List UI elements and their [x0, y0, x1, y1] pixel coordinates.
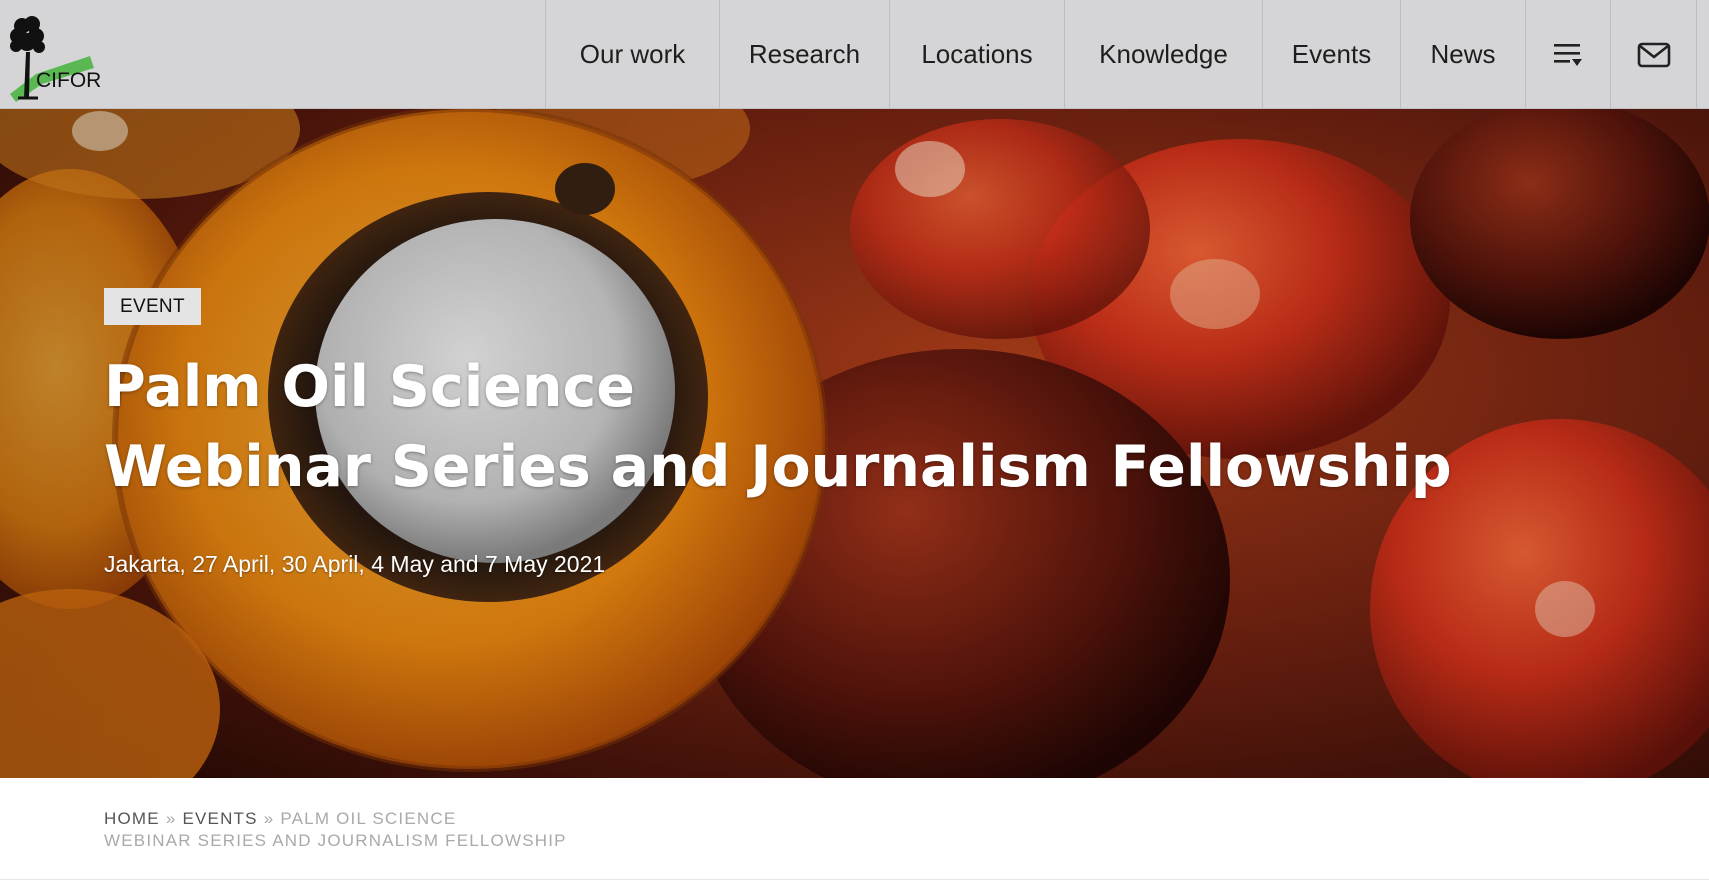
page-title-line-2: Webinar Series and Journalism Fellowship [104, 434, 1452, 500]
logo-text: CIFOR [36, 69, 102, 92]
menu-button[interactable] [1525, 0, 1610, 109]
cifor-logo[interactable]: CIFOR [6, 12, 101, 102]
envelope-icon [1637, 42, 1670, 67]
nav-item-research[interactable]: Research [719, 0, 889, 109]
breadcrumb-events[interactable]: EVENTS [182, 809, 257, 828]
main-nav: Our work Research Locations Knowledge Ev… [545, 0, 1697, 109]
menu-list-dropdown-icon [1554, 43, 1582, 66]
nav-item-news[interactable]: News [1400, 0, 1525, 109]
event-badge: EVENT [104, 288, 201, 325]
nav-item-knowledge[interactable]: Knowledge [1064, 0, 1262, 109]
breadcrumb-line-1: HOME » EVENTS » PALM OIL SCIENCE [104, 808, 1504, 830]
nav-item-locations[interactable]: Locations [889, 0, 1064, 109]
page-title: Palm Oil Science Webinar Series and Jour… [104, 347, 1554, 507]
breadcrumb-home[interactable]: HOME [104, 809, 160, 828]
breadcrumb-separator: » [263, 809, 275, 828]
breadcrumb-current: PALM OIL SCIENCE [280, 809, 457, 828]
breadcrumb: HOME » EVENTS » PALM OIL SCIENCE WEBINAR SER… [104, 808, 1504, 852]
breadcrumb-separator: » [165, 809, 177, 828]
contact-button[interactable] [1610, 0, 1697, 109]
hero-banner: EVENT Palm Oil Science Webinar Series an… [0, 109, 1709, 778]
nav-item-our-work[interactable]: Our work [545, 0, 719, 109]
breadcrumb-current-line-2: WEBINAR SERIES AND JOURNALISM FELLOWSHIP [104, 831, 567, 850]
page-title-line-1: Palm Oil Science [104, 354, 635, 420]
nav-item-events[interactable]: Events [1262, 0, 1400, 109]
site-header: CIFOR Our work Research Locations Knowle… [0, 0, 1709, 109]
event-date-location: Jakarta, 27 April, 30 April, 4 May and 7… [104, 551, 606, 577]
divider [0, 879, 1709, 880]
